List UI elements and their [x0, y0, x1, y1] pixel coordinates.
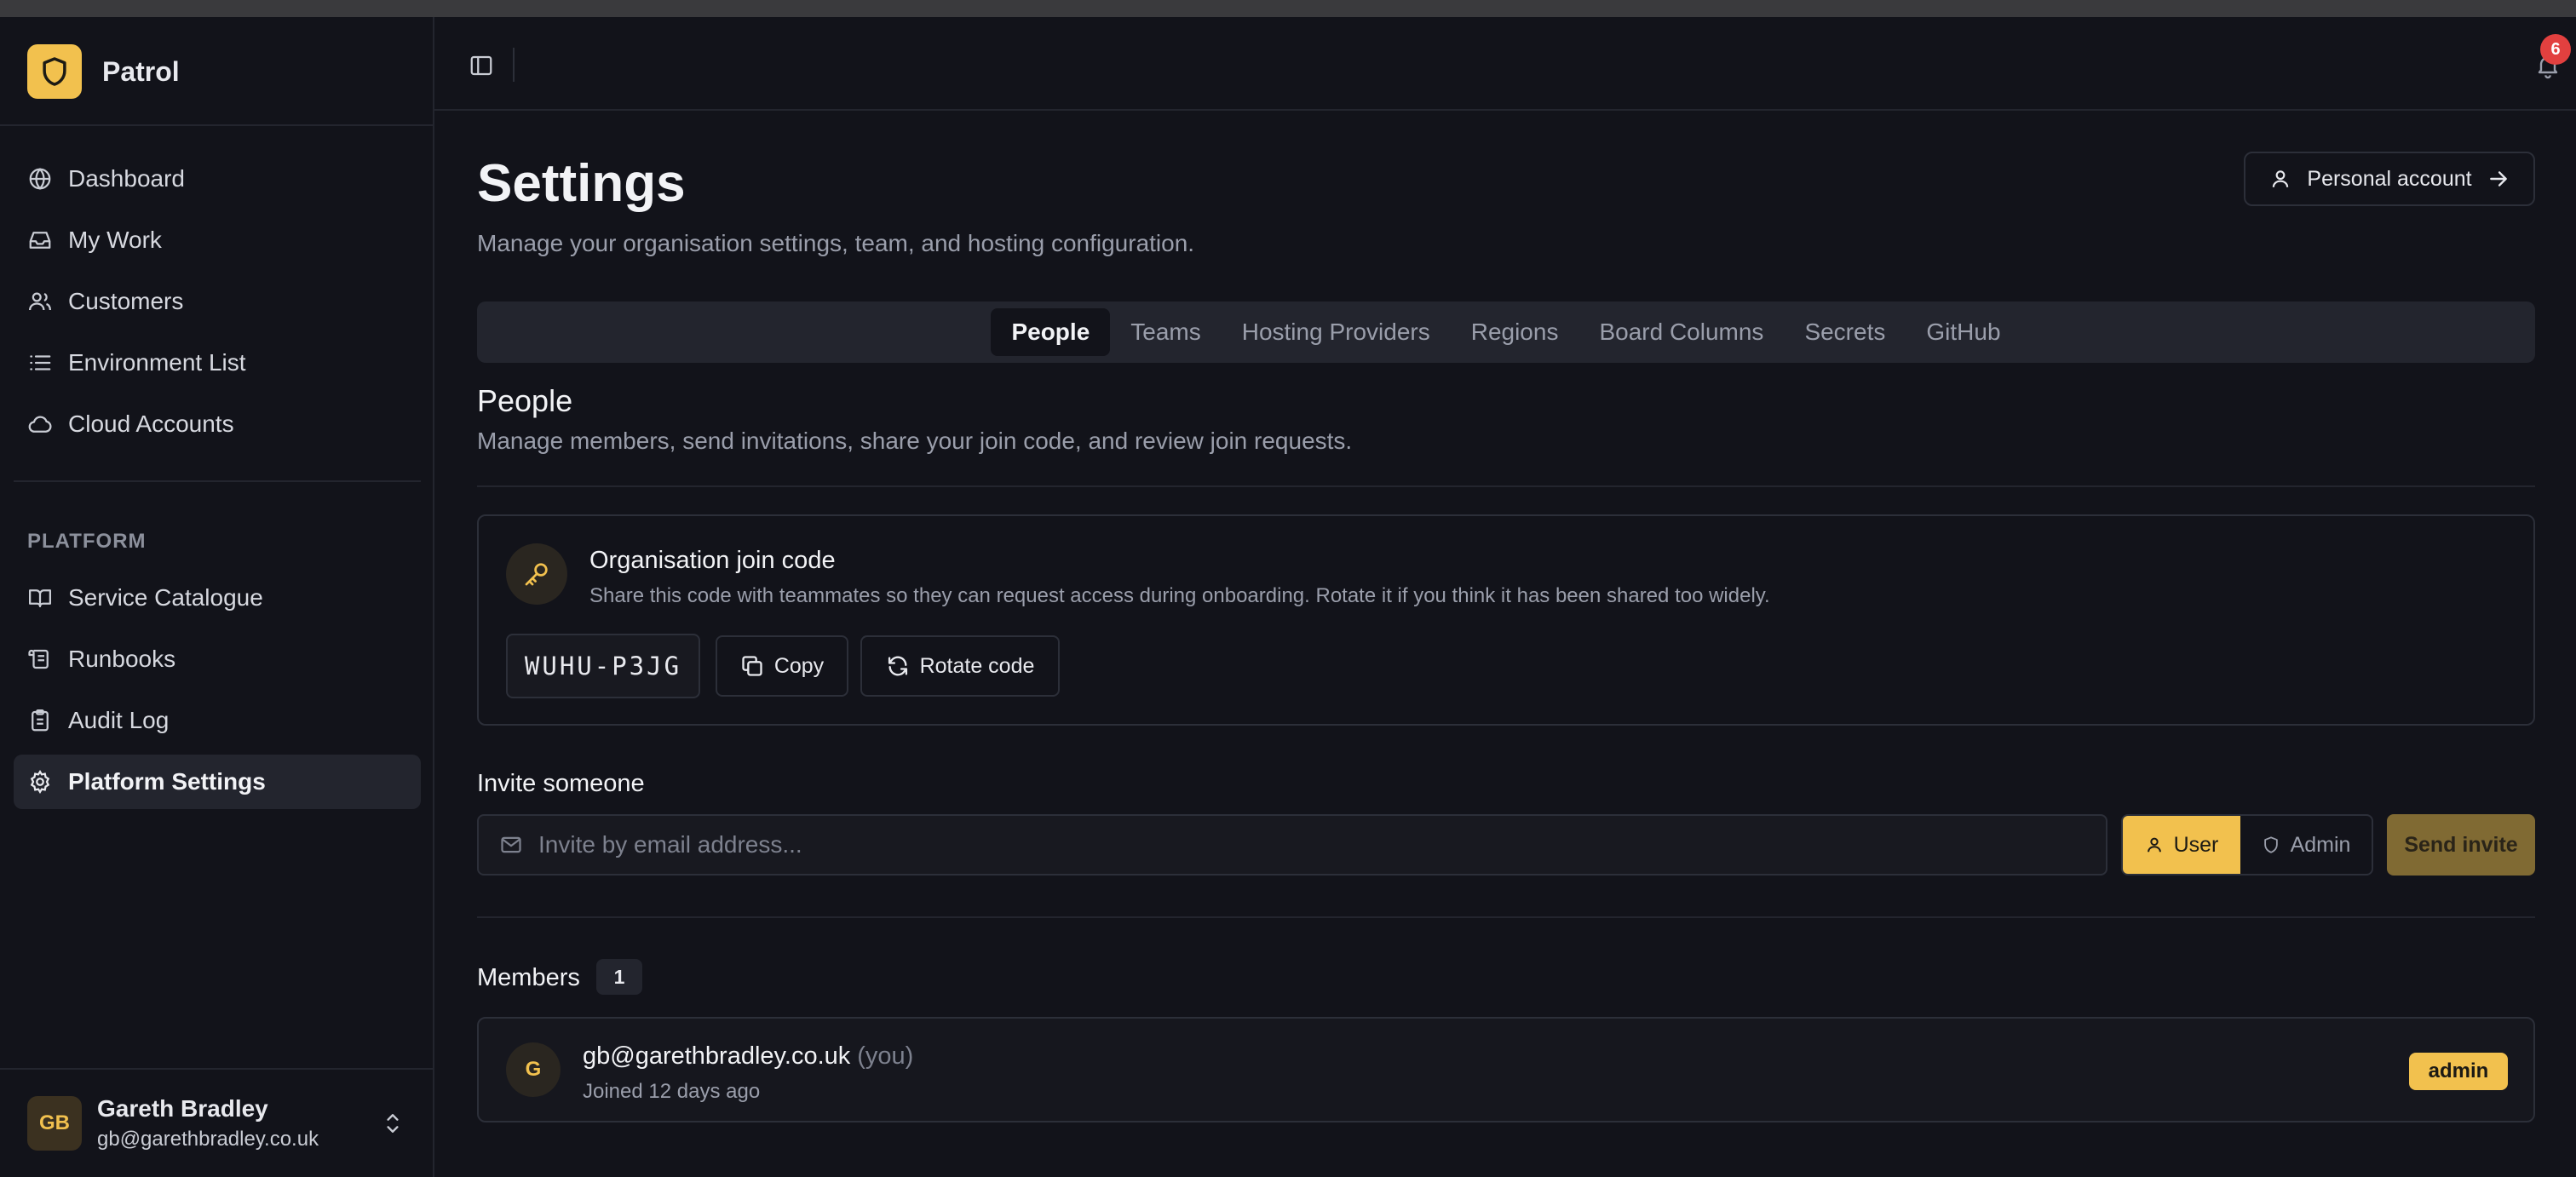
- section-divider: [477, 485, 2535, 487]
- section-title: People: [477, 383, 573, 418]
- sidebar-item-label: Customers: [68, 288, 184, 314]
- role-user-option[interactable]: User: [2123, 816, 2240, 874]
- mail-icon: [501, 836, 521, 853]
- shield-icon: [2263, 836, 2278, 853]
- tab-teams[interactable]: Teams: [1110, 308, 1221, 356]
- refresh-icon: [888, 656, 907, 676]
- sidebar-section-label: PLATFORM: [27, 530, 147, 553]
- table-row[interactable]: G gb@garethbradley.co.uk (you) Joined 12 …: [477, 1017, 2535, 1122]
- section-divider: [477, 916, 2535, 918]
- window-top-strip: [0, 0, 2576, 17]
- sidebar-item-label: Audit Log: [68, 707, 170, 733]
- user-email: gb@garethbradley.co.uk: [97, 1128, 319, 1151]
- tab-github[interactable]: GitHub: [1906, 308, 2021, 356]
- role-admin-label: Admin: [2290, 832, 2351, 857]
- brand[interactable]: Patrol: [27, 44, 180, 99]
- sidebar-item-audit-log[interactable]: Audit Log: [14, 693, 421, 748]
- member-email-text: gb@garethbradley.co.uk: [583, 1042, 851, 1070]
- sidebar-item-label: Platform Settings: [68, 768, 266, 795]
- join-code-card: Organisation join code Share this code w…: [477, 514, 2535, 726]
- member-email: gb@garethbradley.co.uk (you): [583, 1042, 913, 1071]
- role-user-label: User: [2173, 832, 2219, 857]
- tab-people[interactable]: People: [991, 308, 1111, 356]
- sidebar-item-label: Service Catalogue: [68, 584, 263, 611]
- gear-icon: [30, 769, 50, 795]
- clipboard-icon: [32, 709, 49, 732]
- globe-icon: [29, 168, 51, 190]
- tab-secrets[interactable]: Secrets: [1784, 308, 1906, 356]
- avatar: G: [506, 1042, 561, 1097]
- join-code-description: Share this code with teammates so they c…: [589, 584, 1770, 607]
- tab-regions[interactable]: Regions: [1451, 308, 1579, 356]
- invite-email-input[interactable]: [538, 831, 2072, 858]
- sidebar-divider: [14, 480, 421, 482]
- personal-account-label: Personal account: [2307, 166, 2472, 191]
- rotate-code-button[interactable]: Rotate code: [860, 635, 1060, 697]
- cloud-icon: [28, 416, 52, 433]
- sidebar-item-label: Cloud Accounts: [68, 411, 234, 437]
- section-description: Manage members, send invitations, share …: [477, 428, 1353, 454]
- user-icon: [2147, 837, 2161, 853]
- sidebar-divider: [0, 124, 434, 126]
- join-code-value: WUHU-P3JG: [506, 634, 700, 698]
- chevrons-up-down-icon[interactable]: [382, 1109, 404, 1138]
- rotate-label: Rotate code: [919, 653, 1035, 678]
- settings-tabs: People Teams Hosting Providers Regions B…: [477, 301, 2535, 363]
- page-subtitle: Manage your organisation settings, team,…: [477, 230, 1195, 256]
- scroll-icon: [28, 649, 49, 669]
- sidebar-item-cloud-accounts[interactable]: Cloud Accounts: [14, 397, 421, 451]
- invite-label: Invite someone: [477, 770, 645, 797]
- sidebar: Patrol Dashboard My Work Customers Envir…: [0, 17, 434, 1177]
- role-selector: User Admin: [2121, 814, 2373, 876]
- sidebar-item-my-work[interactable]: My Work: [14, 213, 421, 267]
- members-count-badge: 1: [596, 959, 642, 995]
- invite-email-field[interactable]: [477, 814, 2107, 876]
- top-header: 6: [434, 17, 2576, 111]
- tab-hosting-providers[interactable]: Hosting Providers: [1222, 308, 1451, 356]
- users-icon: [29, 292, 51, 311]
- avatar: GB: [27, 1096, 82, 1151]
- sidebar-item-customers[interactable]: Customers: [14, 274, 421, 329]
- members-label: Members: [477, 964, 580, 991]
- notification-count-badge: 6: [2540, 34, 2571, 65]
- brand-name: Patrol: [102, 55, 180, 87]
- member-you-label: (you): [857, 1042, 914, 1070]
- join-code-title: Organisation join code: [589, 547, 836, 574]
- header-divider: [513, 48, 515, 82]
- sidebar-item-label: Runbooks: [68, 646, 176, 672]
- send-invite-button[interactable]: Send invite: [2387, 814, 2535, 876]
- sidebar-item-runbooks[interactable]: Runbooks: [14, 632, 421, 686]
- role-badge[interactable]: admin: [2409, 1053, 2508, 1090]
- tab-board-columns[interactable]: Board Columns: [1578, 308, 1784, 356]
- member-joined: Joined 12 days ago: [583, 1080, 761, 1103]
- page-title: Settings: [477, 154, 686, 213]
- copy-icon: [742, 656, 762, 676]
- user-icon: [2273, 170, 2289, 187]
- inbox-icon: [29, 232, 51, 249]
- copy-code-button[interactable]: Copy: [716, 635, 848, 697]
- book-icon: [29, 589, 51, 608]
- key-icon: [506, 543, 567, 605]
- role-admin-option[interactable]: Admin: [2240, 816, 2372, 874]
- sidebar-item-label: Environment List: [68, 349, 246, 376]
- personal-account-button[interactable]: Personal account: [2244, 152, 2535, 206]
- platform-nav: Service Catalogue Runbooks Audit Log Pla…: [14, 571, 421, 816]
- main-nav: Dashboard My Work Customers Environment …: [14, 152, 421, 458]
- sidebar-toggle-button[interactable]: [458, 43, 504, 89]
- sidebar-item-dashboard[interactable]: Dashboard: [14, 152, 421, 206]
- copy-label: Copy: [773, 653, 825, 678]
- sidebar-item-platform-settings[interactable]: Platform Settings: [14, 755, 421, 809]
- sidebar-item-label: Dashboard: [68, 165, 185, 192]
- user-name: Gareth Bradley: [97, 1095, 268, 1122]
- sidebar-item-environment-list[interactable]: Environment List: [14, 336, 421, 390]
- list-icon: [30, 355, 51, 370]
- shield-logo-icon: [27, 44, 82, 99]
- arrow-right-icon: [2489, 171, 2507, 187]
- user-menu[interactable]: GB Gareth Bradley gb@garethbradley.co.uk: [0, 1068, 434, 1177]
- panel-left-icon: [470, 55, 492, 76]
- sidebar-item-service-catalogue[interactable]: Service Catalogue: [14, 571, 421, 625]
- sidebar-item-label: My Work: [68, 227, 162, 253]
